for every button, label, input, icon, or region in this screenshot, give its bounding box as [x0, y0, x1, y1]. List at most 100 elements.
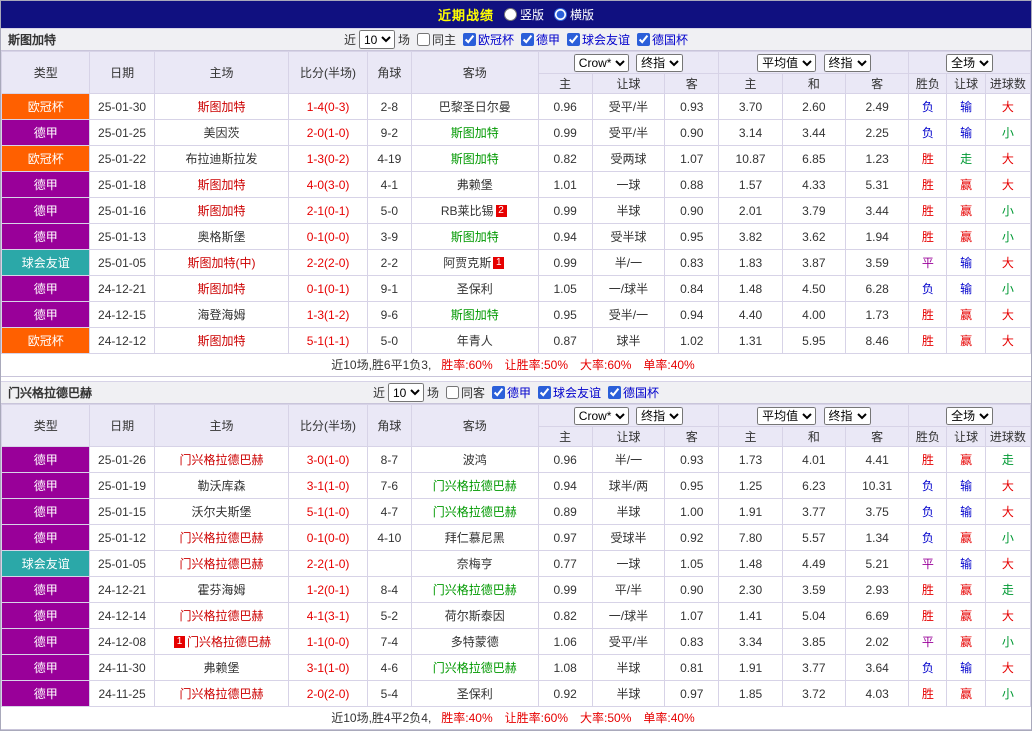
away-odds-cell: 0.90: [664, 197, 720, 224]
subcol-handicap-result: 让球: [946, 73, 986, 94]
home-team-name: 门兴格拉德巴赫: [179, 453, 264, 467]
filter-option-checkbox[interactable]: [538, 385, 552, 399]
filter-option-checkbox[interactable]: [445, 385, 459, 399]
avg-away-cell: 3.44: [844, 197, 910, 224]
filter-option-checkbox[interactable]: [492, 385, 505, 399]
corner-cell: 8-4: [366, 576, 412, 603]
scope-select[interactable]: 全场: [946, 406, 994, 425]
filter-option-label: 同主: [431, 32, 456, 47]
goals-result-cell: 小: [984, 119, 1032, 146]
match-count-select[interactable]: 10: [358, 30, 395, 49]
home-team-name: 美因茨: [203, 126, 240, 140]
subcol-odds-home: 主: [537, 73, 593, 94]
avg-kind-select[interactable]: 终指: [823, 53, 871, 72]
subcol-avg-away: 客: [844, 73, 910, 94]
filter-option[interactable]: 同客: [445, 384, 485, 401]
away-team-name: 拜仁慕尼黑: [444, 531, 505, 545]
away-team-cell: 圣保利: [410, 680, 539, 707]
home-team-name: 斯图加特: [197, 178, 246, 192]
layout-option-vertical[interactable]: 竖版: [503, 6, 544, 23]
horizontal-layout-radio[interactable]: [554, 8, 567, 21]
match-row: 德甲 25-01-13 奥格斯堡 0-1(0-0) 3-9 斯图加特 0.94 受半球 0.95…: [0, 223, 1032, 250]
away-team-name: 荷尔斯泰因: [444, 609, 505, 623]
match-count-select[interactable]: 10: [387, 383, 424, 402]
filter-option-checkbox[interactable]: [416, 32, 430, 46]
filter-option[interactable]: 德甲: [521, 31, 560, 48]
match-row: 球会友谊 25-01-05 门兴格拉德巴赫 2-2(1-0) 奈梅亨 0.77 一球 1.05…: [0, 550, 1032, 577]
col-home-header: 主场: [153, 51, 290, 94]
filter-option-checkbox[interactable]: [637, 32, 651, 46]
scope-select[interactable]: 全场: [946, 53, 994, 72]
score-cell: 4-1(3-1): [288, 602, 368, 629]
odds-company-select[interactable]: Crow*: [573, 406, 629, 425]
match-row: 德甲 25-01-25 美因茨 2-0(1-0) 9-2 斯图加特 0.99 受平/半 0.90…: [0, 119, 1032, 146]
avg-away-cell: 1.34: [844, 524, 910, 551]
corner-cell: [366, 550, 412, 577]
layout-option-horizontal[interactable]: 横版: [554, 6, 594, 23]
filter-option-checkbox[interactable]: [462, 32, 476, 46]
goals-result-cell: 走: [984, 576, 1032, 603]
avg-company-select[interactable]: 平均值: [757, 406, 817, 425]
away-team-name: 年青人: [456, 334, 493, 348]
away-odds-cell: 1.07: [664, 602, 720, 629]
filter-option-checkbox[interactable]: [567, 32, 581, 46]
home-odds-cell: 1.01: [537, 171, 593, 198]
home-odds-cell: 0.99: [537, 197, 593, 224]
filter-option[interactable]: 德国杯: [608, 384, 659, 401]
filter-option[interactable]: 德甲: [492, 384, 531, 401]
score-cell: 0-1(0-0): [288, 223, 368, 250]
team-name: 斯图加特: [8, 33, 57, 47]
filter-option[interactable]: 欧冠杯: [462, 31, 514, 48]
fulltime-group-header: 全场: [908, 51, 1031, 74]
score-cell: 4-0(3-0): [288, 171, 368, 198]
wdl-result-cell: 胜: [908, 576, 948, 603]
filter-option[interactable]: 同主: [416, 31, 456, 48]
home-team-cell: 弗赖堡: [153, 654, 290, 681]
odds-kind-select[interactable]: 终指: [636, 406, 684, 425]
results-table: 类型 日期 主场 比分(半场) 角球 客场 Crow* 终指 平均值 终指 全场…: [0, 404, 1032, 707]
handicap-result-cell: 赢: [946, 628, 986, 655]
avg-home-cell: 1.31: [718, 327, 783, 354]
wdl-result-cell: 胜: [908, 446, 948, 473]
away-team-name: 门兴格拉德巴赫: [432, 661, 517, 675]
handicap-cell: 半球: [591, 498, 666, 525]
filter-option-checkbox[interactable]: [608, 385, 622, 399]
avg-draw-cell: 3.87: [781, 249, 846, 276]
filter-option[interactable]: 球会友谊: [567, 31, 630, 48]
wdl-result-cell: 平: [908, 628, 948, 655]
home-team-cell: 霍芬海姆: [153, 576, 290, 603]
home-team-cell: 门兴格拉德巴赫: [153, 446, 290, 473]
away-odds-cell: 0.93: [664, 446, 720, 473]
avg-company-select[interactable]: 平均值: [757, 53, 817, 72]
vertical-layout-radio[interactable]: [503, 8, 517, 21]
corner-cell: 4-1: [366, 171, 412, 198]
filter-option-label: 球会友谊: [553, 385, 602, 400]
date-cell: 24-12-08: [89, 628, 155, 655]
avg-kind-select[interactable]: 终指: [823, 406, 871, 425]
date-cell: 24-12-15: [89, 301, 155, 328]
handicap-result-cell: 赢: [946, 524, 986, 551]
odds-kind-select[interactable]: 终指: [636, 53, 684, 72]
home-team-cell: 斯图加特(中): [153, 249, 290, 276]
handicap-cell: 一/球半: [591, 275, 666, 302]
league-cell: 德甲: [0, 197, 91, 224]
goals-result-cell: 小: [984, 628, 1032, 655]
filter-option-checkbox[interactable]: [521, 32, 534, 46]
home-odds-cell: 0.92: [537, 680, 593, 707]
avg-draw-cell: 4.01: [781, 446, 846, 473]
away-team-cell: 多特蒙德: [410, 628, 539, 655]
score-cell: 2-2(2-0): [288, 249, 368, 276]
odds-company-select[interactable]: Crow*: [573, 53, 629, 72]
home-team-cell: 门兴格拉德巴赫: [153, 680, 290, 707]
filter-option[interactable]: 德国杯: [637, 31, 688, 48]
away-team-cell: 圣保利: [410, 275, 539, 302]
avg-away-cell: 5.21: [844, 550, 910, 577]
avg-draw-cell: 3.77: [781, 654, 846, 681]
avg-draw-cell: 5.04: [781, 602, 846, 629]
wdl-result-cell: 负: [908, 524, 948, 551]
handicap-result-cell: 输: [946, 472, 986, 499]
handicap-odds-group-header: Crow* 终指: [537, 404, 720, 427]
filter-option[interactable]: 球会友谊: [538, 384, 601, 401]
home-team-name: 沃尔夫斯堡: [191, 505, 252, 519]
handicap-cell: 半球: [591, 197, 666, 224]
